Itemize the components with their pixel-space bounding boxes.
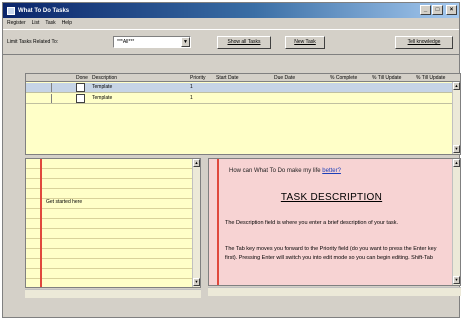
scroll-up-icon[interactable]: ▲ (193, 159, 200, 167)
grid-header: Done Description Priority Start Date Due… (26, 74, 460, 82)
scroll-down-icon[interactable]: ▼ (193, 278, 200, 286)
window-controls: _ □ × (420, 5, 457, 15)
help-paragraph: The Tab key moves you forward to the Pri… (225, 246, 437, 261)
minimize-button[interactable]: _ (420, 5, 431, 15)
task-notes-pane[interactable]: Get started here ▲ ▼ (25, 158, 201, 288)
scroll-up-icon[interactable]: ▲ (453, 159, 460, 167)
app-icon (7, 6, 15, 15)
maximize-button[interactable]: □ (432, 5, 443, 15)
row-selector[interactable] (34, 94, 52, 103)
col-priority[interactable]: Priority (190, 75, 206, 81)
notes-hscrollbar[interactable] (25, 289, 201, 298)
col-till-update[interactable]: % Till Update (372, 75, 401, 81)
col-till-update-2[interactable]: % Till Update (416, 75, 445, 81)
task-priority[interactable]: 1 (190, 95, 193, 101)
scroll-up-icon[interactable]: ▲ (453, 82, 460, 90)
menu-help[interactable]: Help (62, 20, 72, 26)
col-description[interactable]: Description (92, 75, 117, 81)
col-start-date[interactable]: Start Date (216, 75, 239, 81)
task-description[interactable]: Template (92, 84, 112, 90)
margin-line (40, 159, 42, 287)
help-paragraph: The Description field is where you enter… (225, 220, 399, 226)
title-bar: What To Do Tasks _ □ × (3, 3, 459, 18)
menu-register[interactable]: Register (7, 20, 26, 26)
menu-bar: Register List Task Help (3, 18, 459, 28)
help-title: TASK DESCRIPTION (280, 192, 383, 203)
window-title: What To Do Tasks (18, 7, 70, 14)
help-link[interactable]: better? (322, 168, 341, 174)
col-due-date[interactable]: Due Date (274, 75, 295, 81)
note-text[interactable]: Get started here (46, 199, 82, 205)
help-hscrollbar[interactable] (208, 287, 461, 296)
done-checkbox[interactable] (76, 83, 85, 92)
knowledge-button[interactable]: Tell knowledge (395, 36, 453, 49)
task-grid: Done Description Priority Start Date Due… (25, 73, 461, 155)
new-task-button[interactable]: New Task (285, 36, 325, 49)
row-selector[interactable] (34, 83, 52, 92)
app-window: What To Do Tasks _ □ × Register List Tas… (2, 2, 461, 318)
show-all-tasks-button[interactable]: Show all Tasks (217, 36, 271, 49)
filter-dropdown[interactable]: ***All*** ▼ (113, 36, 191, 48)
toolbar: Limit Tasks Related To: ***All*** ▼ Show… (3, 29, 459, 55)
menu-list[interactable]: List (32, 20, 40, 26)
filter-label: Limit Tasks Related To: (7, 39, 59, 45)
grid-scrollbar[interactable]: ▲ ▼ (452, 82, 460, 154)
task-description[interactable]: Template (92, 95, 112, 101)
chevron-down-icon[interactable]: ▼ (181, 37, 190, 47)
col-complete[interactable]: % Complete (330, 75, 357, 81)
col-done[interactable]: Done (76, 75, 88, 81)
close-button[interactable]: × (446, 5, 457, 15)
help-scrollbar[interactable]: ▲ ▼ (452, 159, 460, 285)
table-row[interactable]: Template 1 (26, 94, 452, 104)
notes-scrollbar[interactable]: ▲ ▼ (192, 159, 200, 287)
scroll-down-icon[interactable]: ▼ (453, 145, 460, 153)
done-checkbox[interactable] (76, 94, 85, 103)
help-question-text: How can What To Do make my life (229, 168, 323, 174)
scroll-down-icon[interactable]: ▼ (453, 276, 460, 284)
help-pane: How can What To Do make my life better? … (208, 158, 461, 286)
table-row[interactable]: Template 1 (26, 83, 452, 93)
margin-line (217, 159, 219, 285)
filter-value: ***All*** (117, 39, 135, 45)
task-priority[interactable]: 1 (190, 84, 193, 90)
help-question: How can What To Do make my life better? (229, 168, 341, 174)
menu-task[interactable]: Task (45, 20, 55, 26)
